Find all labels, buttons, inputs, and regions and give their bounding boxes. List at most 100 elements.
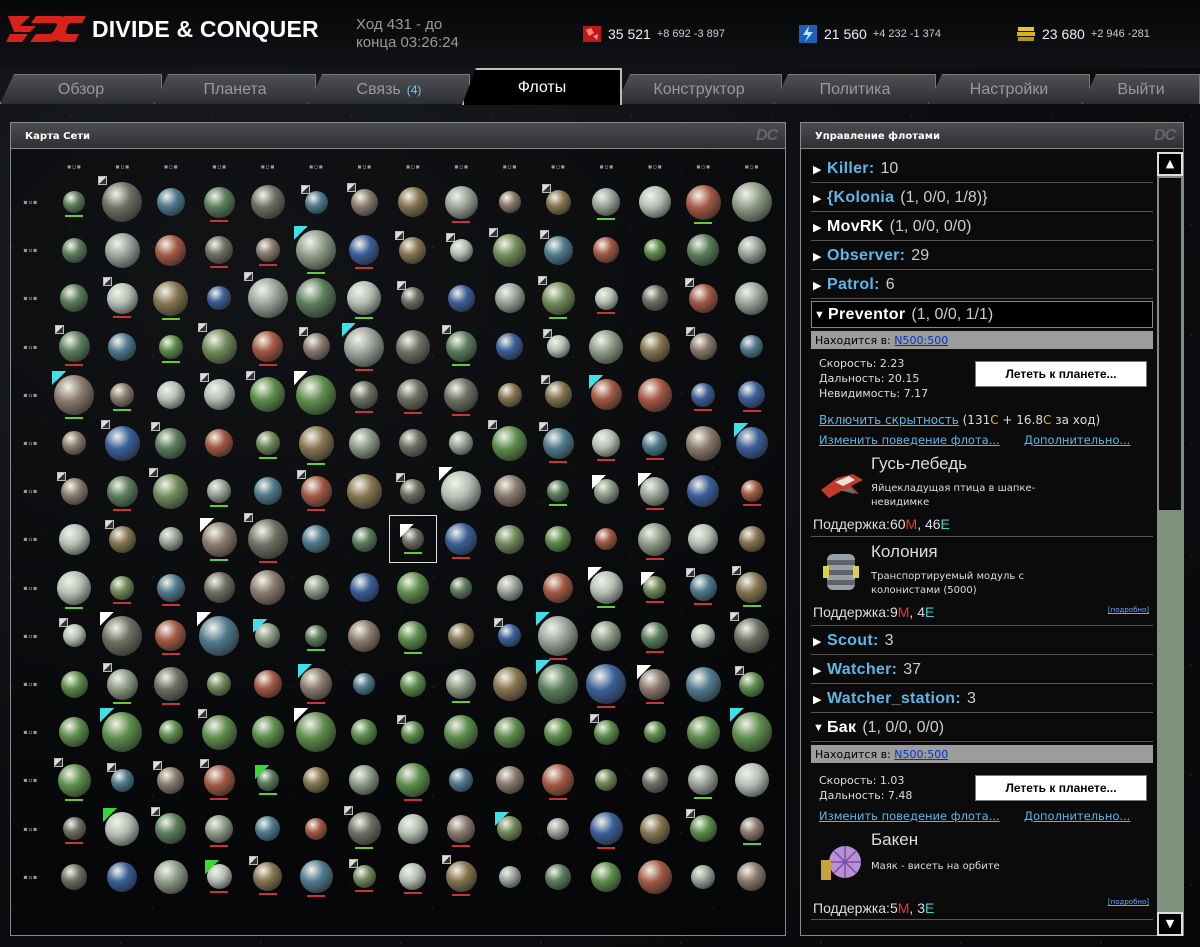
fleet-row-watcher-station[interactable]: ▶ Watcher_station: 3 bbox=[811, 686, 1153, 713]
fleet-marker-icon[interactable] bbox=[685, 809, 695, 819]
more-link[interactable]: Дополнительно... bbox=[1024, 809, 1130, 823]
planet[interactable] bbox=[61, 237, 87, 263]
planet[interactable] bbox=[348, 427, 380, 459]
planet[interactable] bbox=[108, 332, 137, 361]
planet[interactable] bbox=[203, 186, 235, 218]
fleet-marker-icon[interactable] bbox=[298, 327, 308, 337]
scroll-down-button[interactable]: ▼ bbox=[1157, 912, 1183, 936]
planet[interactable] bbox=[496, 333, 524, 361]
planet[interactable] bbox=[155, 427, 187, 459]
planet[interactable] bbox=[498, 624, 522, 648]
planet[interactable] bbox=[250, 185, 285, 219]
green-fleet-flag-icon[interactable] bbox=[103, 807, 118, 822]
planet[interactable] bbox=[641, 767, 668, 794]
white-fleet-flag-icon[interactable] bbox=[641, 572, 656, 587]
fleet-marker-icon[interactable] bbox=[343, 806, 353, 816]
planet[interactable] bbox=[62, 624, 86, 648]
white-fleet-flag-icon[interactable] bbox=[439, 467, 454, 482]
planet[interactable] bbox=[689, 333, 717, 361]
ship-entry-beacon[interactable]: Бакен Маяк - висеть на орбите Поддержка:… bbox=[811, 826, 1153, 920]
planet[interactable] bbox=[58, 331, 90, 363]
planet[interactable] bbox=[347, 281, 382, 316]
tab-settings[interactable]: Настройки bbox=[928, 74, 1090, 104]
planet[interactable] bbox=[686, 715, 720, 749]
green-fleet-flag-icon[interactable] bbox=[204, 860, 219, 875]
planet[interactable] bbox=[250, 570, 286, 606]
fleet-marker-icon[interactable] bbox=[151, 421, 161, 431]
planet[interactable] bbox=[592, 429, 621, 457]
planet[interactable] bbox=[351, 719, 378, 746]
planet[interactable] bbox=[61, 863, 87, 890]
planet[interactable] bbox=[494, 716, 526, 748]
planet[interactable] bbox=[445, 331, 477, 363]
scroll-thumb[interactable] bbox=[1159, 178, 1181, 510]
planet[interactable] bbox=[688, 524, 719, 555]
fleet-row-patrol[interactable]: ▶ Patrol: 6 bbox=[811, 272, 1153, 299]
planet[interactable] bbox=[448, 622, 475, 649]
green-fleet-flag-icon[interactable] bbox=[254, 765, 269, 780]
fleet-marker-icon[interactable] bbox=[494, 618, 504, 628]
fleet-marker-icon[interactable] bbox=[348, 859, 358, 869]
planet[interactable] bbox=[449, 238, 473, 262]
fleet-marker-icon[interactable] bbox=[249, 856, 259, 866]
planet[interactable] bbox=[396, 571, 429, 604]
planet[interactable] bbox=[449, 431, 474, 455]
planet[interactable] bbox=[445, 861, 477, 893]
fleet-marker-icon[interactable] bbox=[106, 762, 116, 772]
fleet-marker-icon[interactable] bbox=[98, 176, 108, 185]
planet[interactable] bbox=[205, 814, 234, 843]
game-logo[interactable]: DIVIDE & CONQUER bbox=[6, 12, 319, 46]
planet[interactable] bbox=[398, 621, 428, 651]
fleet-marker-icon[interactable] bbox=[445, 232, 455, 242]
planet[interactable] bbox=[305, 624, 327, 647]
planet[interactable] bbox=[740, 335, 764, 359]
fleet-row-killer[interactable]: ▶ Killer: 10 bbox=[811, 156, 1153, 183]
planet[interactable] bbox=[399, 863, 427, 891]
planet[interactable] bbox=[107, 861, 138, 892]
planet[interactable] bbox=[641, 285, 668, 312]
fleet-marker-icon[interactable] bbox=[488, 419, 498, 429]
planet[interactable] bbox=[158, 720, 183, 745]
planet[interactable] bbox=[104, 232, 140, 268]
fleet-marker-icon[interactable] bbox=[685, 327, 695, 337]
planet[interactable] bbox=[250, 377, 286, 413]
planet[interactable] bbox=[494, 283, 525, 314]
planet[interactable] bbox=[685, 425, 721, 461]
planet[interactable] bbox=[253, 862, 283, 892]
planet[interactable] bbox=[736, 572, 768, 604]
planet[interactable] bbox=[305, 817, 327, 840]
planet[interactable] bbox=[300, 475, 332, 507]
fleet-marker-icon[interactable] bbox=[537, 275, 547, 285]
planet[interactable] bbox=[205, 236, 234, 265]
tab-logout[interactable]: Выйти bbox=[1082, 74, 1200, 104]
fleet-marker-icon[interactable] bbox=[489, 227, 499, 237]
planet[interactable] bbox=[350, 380, 379, 409]
fleet-marker-icon[interactable] bbox=[53, 757, 63, 767]
planet[interactable] bbox=[446, 669, 477, 699]
fleet-row-observer[interactable]: ▶ Observer: 29 bbox=[811, 243, 1153, 270]
planet[interactable] bbox=[303, 767, 329, 794]
planet[interactable] bbox=[395, 763, 430, 798]
planet[interactable] bbox=[639, 331, 670, 362]
fleet-marker-icon[interactable] bbox=[296, 469, 306, 479]
planet[interactable] bbox=[58, 523, 90, 555]
planet[interactable] bbox=[102, 182, 143, 222]
planet[interactable] bbox=[687, 234, 720, 267]
planet[interactable] bbox=[60, 670, 88, 698]
planet[interactable] bbox=[642, 430, 668, 456]
planet[interactable] bbox=[399, 671, 426, 697]
fleet-row-preventor[interactable]: ▼ Preventor (1, 0/0, 1/1) bbox=[811, 301, 1153, 328]
fleet-marker-icon[interactable] bbox=[541, 183, 551, 193]
fleet-row-bak[interactable]: ▼ Бак (1, 0/0, 0/0) bbox=[811, 715, 1153, 742]
planet[interactable] bbox=[156, 573, 185, 602]
tab-overview[interactable]: Обзор bbox=[0, 74, 162, 104]
planet[interactable] bbox=[353, 673, 376, 695]
white-fleet-flag-icon[interactable] bbox=[637, 664, 652, 679]
fleet-row-watcher[interactable]: ▶ Watcher: 37 bbox=[811, 657, 1153, 684]
planet[interactable] bbox=[156, 380, 185, 409]
planet[interactable] bbox=[153, 280, 189, 316]
details-link[interactable]: [подробно] bbox=[1108, 898, 1149, 906]
enable-stealth-link[interactable]: Включить скрытность bbox=[819, 413, 959, 427]
planet[interactable] bbox=[545, 189, 571, 215]
white-fleet-flag-icon[interactable] bbox=[100, 611, 115, 626]
